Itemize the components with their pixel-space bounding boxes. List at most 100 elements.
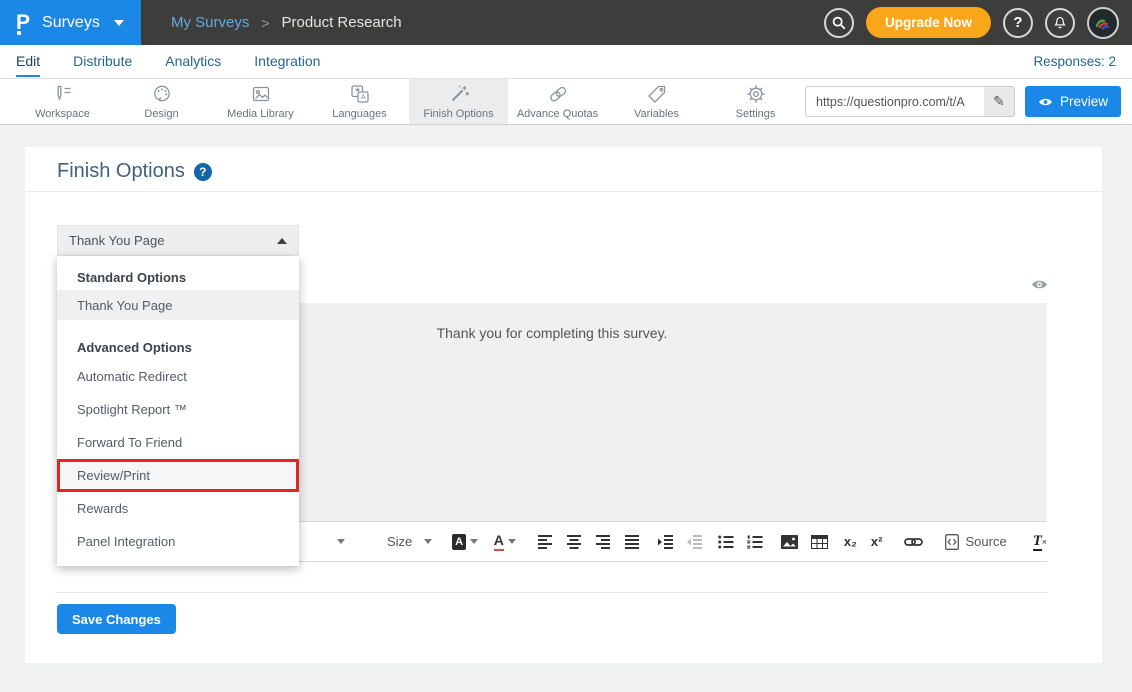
- toolbar-item-label: Finish Options: [423, 108, 493, 120]
- toolbar-item-variables[interactable]: Variables: [607, 79, 706, 124]
- finish-options-wand-icon: [448, 83, 470, 105]
- tab-integration[interactable]: Integration: [254, 46, 320, 77]
- toolbar-item-label: Advance Quotas: [517, 108, 598, 120]
- breadcrumb-separator: >: [261, 15, 269, 31]
- source-doc-icon: [945, 534, 959, 550]
- title-divider: [25, 191, 1102, 192]
- toolbar-item-settings[interactable]: Settings: [706, 79, 805, 124]
- insert-table-icon[interactable]: [811, 535, 828, 549]
- toolbar-item-label: Workspace: [35, 108, 90, 120]
- justify-icon[interactable]: [625, 535, 641, 549]
- dropdown-spacer: [57, 320, 299, 334]
- background-color-caret-icon[interactable]: [470, 539, 478, 544]
- section-nav: Edit Distribute Analytics Integration Re…: [0, 45, 1132, 79]
- tag-icon: [646, 83, 668, 105]
- toolbar-item-languages[interactable]: ★ A Languages: [310, 79, 409, 124]
- select-value: Thank You Page: [69, 233, 277, 248]
- text-color-button[interactable]: A: [494, 532, 504, 550]
- numbered-list-icon[interactable]: [747, 535, 763, 549]
- dropdown-item-panel-integration[interactable]: Panel Integration: [57, 525, 299, 558]
- dropdown-item-review-print[interactable]: Review/Print: [57, 459, 299, 492]
- toolbar-item-media-library[interactable]: Media Library: [211, 79, 310, 124]
- search-button[interactable]: [824, 8, 854, 38]
- toolbar-item-label: Design: [144, 108, 178, 120]
- superscript-button[interactable]: x²: [871, 534, 883, 549]
- align-right-icon[interactable]: [596, 535, 612, 549]
- subscript-button[interactable]: x₂: [844, 534, 857, 549]
- search-icon: [831, 15, 847, 31]
- toolbar-right: ✎ Preview: [805, 79, 1132, 124]
- nav-tabs: Edit Distribute Analytics Integration: [16, 46, 320, 77]
- tab-analytics[interactable]: Analytics: [165, 46, 221, 77]
- bulleted-list-icon[interactable]: [718, 535, 734, 549]
- surveys-product-menu[interactable]: P Surveys: [0, 0, 141, 45]
- design-palette-icon: [151, 83, 173, 105]
- section-divider: [57, 592, 1047, 593]
- pencil-icon: ✎: [993, 93, 1005, 110]
- edit-url-button[interactable]: ✎: [984, 87, 1014, 116]
- questionpro-logo-icon: P: [16, 12, 30, 33]
- eye-icon: [1038, 96, 1053, 108]
- dropdown-item-rewards[interactable]: Rewards: [57, 492, 299, 525]
- remove-format-button[interactable]: T×: [1033, 533, 1047, 550]
- breadcrumb-current: Product Research: [282, 14, 402, 31]
- toolbar-item-label: Languages: [332, 108, 386, 120]
- responses-count[interactable]: Responses: 2: [1033, 54, 1116, 69]
- insert-image-icon[interactable]: [781, 535, 798, 549]
- tab-edit[interactable]: Edit: [16, 46, 40, 77]
- upgrade-now-button[interactable]: Upgrade Now: [866, 7, 991, 38]
- media-library-icon: [250, 83, 272, 105]
- gear-icon: [745, 83, 767, 105]
- font-dropdown-caret-icon[interactable]: [337, 539, 345, 544]
- source-label: Source: [965, 534, 1006, 549]
- question-mark-icon: ?: [1013, 14, 1022, 31]
- source-button[interactable]: Source: [945, 534, 1006, 550]
- survey-url-input[interactable]: [806, 87, 984, 116]
- size-dropdown[interactable]: Size: [387, 534, 412, 549]
- preview-button[interactable]: Preview: [1025, 86, 1121, 117]
- dropdown-item-thank-you-page[interactable]: Thank You Page: [57, 290, 299, 320]
- dropdown-item-spotlight-report[interactable]: Spotlight Report ™: [57, 393, 299, 426]
- notifications-button[interactable]: [1045, 8, 1075, 38]
- toolbar-item-design[interactable]: Design: [112, 79, 211, 124]
- dropdown-group-header: Standard Options: [57, 264, 299, 290]
- bell-icon: [1052, 15, 1068, 31]
- text-color-caret-icon[interactable]: [508, 539, 516, 544]
- toolbar-item-label: Variables: [634, 108, 679, 120]
- dropdown-item-forward-to-friend[interactable]: Forward To Friend: [57, 426, 299, 459]
- outdent-icon[interactable]: [686, 535, 702, 549]
- toolbar-item-workspace[interactable]: Workspace: [13, 79, 112, 124]
- product-name: Surveys: [42, 14, 100, 32]
- breadcrumb-my-surveys[interactable]: My Surveys: [171, 14, 249, 31]
- toolbar-item-finish-options[interactable]: Finish Options: [409, 79, 508, 124]
- languages-icon: ★ A: [349, 83, 371, 105]
- chevron-up-icon: [277, 238, 287, 244]
- chain-links-icon: [547, 83, 569, 105]
- toolbar-item-advance-quotas[interactable]: Advance Quotas: [508, 79, 607, 124]
- size-dropdown-caret-icon[interactable]: [424, 539, 432, 544]
- header-actions: Upgrade Now ?: [824, 7, 1132, 39]
- help-badge-icon[interactable]: ?: [194, 163, 212, 181]
- visibility-toggle[interactable]: [1031, 278, 1048, 296]
- tab-distribute[interactable]: Distribute: [73, 46, 132, 77]
- align-left-icon[interactable]: [538, 535, 554, 549]
- finish-options-panel: Finish Options ? Thank You Page Standard…: [25, 147, 1102, 663]
- dropdown-item-automatic-redirect[interactable]: Automatic Redirect: [57, 360, 299, 393]
- link-icon[interactable]: [904, 536, 923, 548]
- eye-icon: [1031, 278, 1048, 291]
- languages-star-glyph: ★: [355, 87, 361, 94]
- save-changes-button[interactable]: Save Changes: [57, 604, 176, 634]
- background-color-button[interactable]: A: [452, 534, 465, 550]
- help-button[interactable]: ?: [1003, 8, 1033, 38]
- languages-a-glyph: A: [361, 94, 366, 101]
- toolbar-item-label: Media Library: [227, 108, 294, 120]
- finish-option-select[interactable]: Thank You Page: [57, 225, 299, 256]
- edit-toolbar: Workspace Design Media Library ★ A Langu…: [0, 79, 1132, 125]
- chevron-down-icon: [114, 20, 124, 26]
- align-center-icon[interactable]: [567, 535, 583, 549]
- indent-icon[interactable]: [657, 535, 673, 549]
- user-avatar[interactable]: [1087, 7, 1119, 39]
- avatar-logo-icon: [1093, 13, 1113, 33]
- survey-url-box: ✎: [805, 86, 1015, 117]
- breadcrumb: My Surveys > Product Research: [171, 14, 402, 31]
